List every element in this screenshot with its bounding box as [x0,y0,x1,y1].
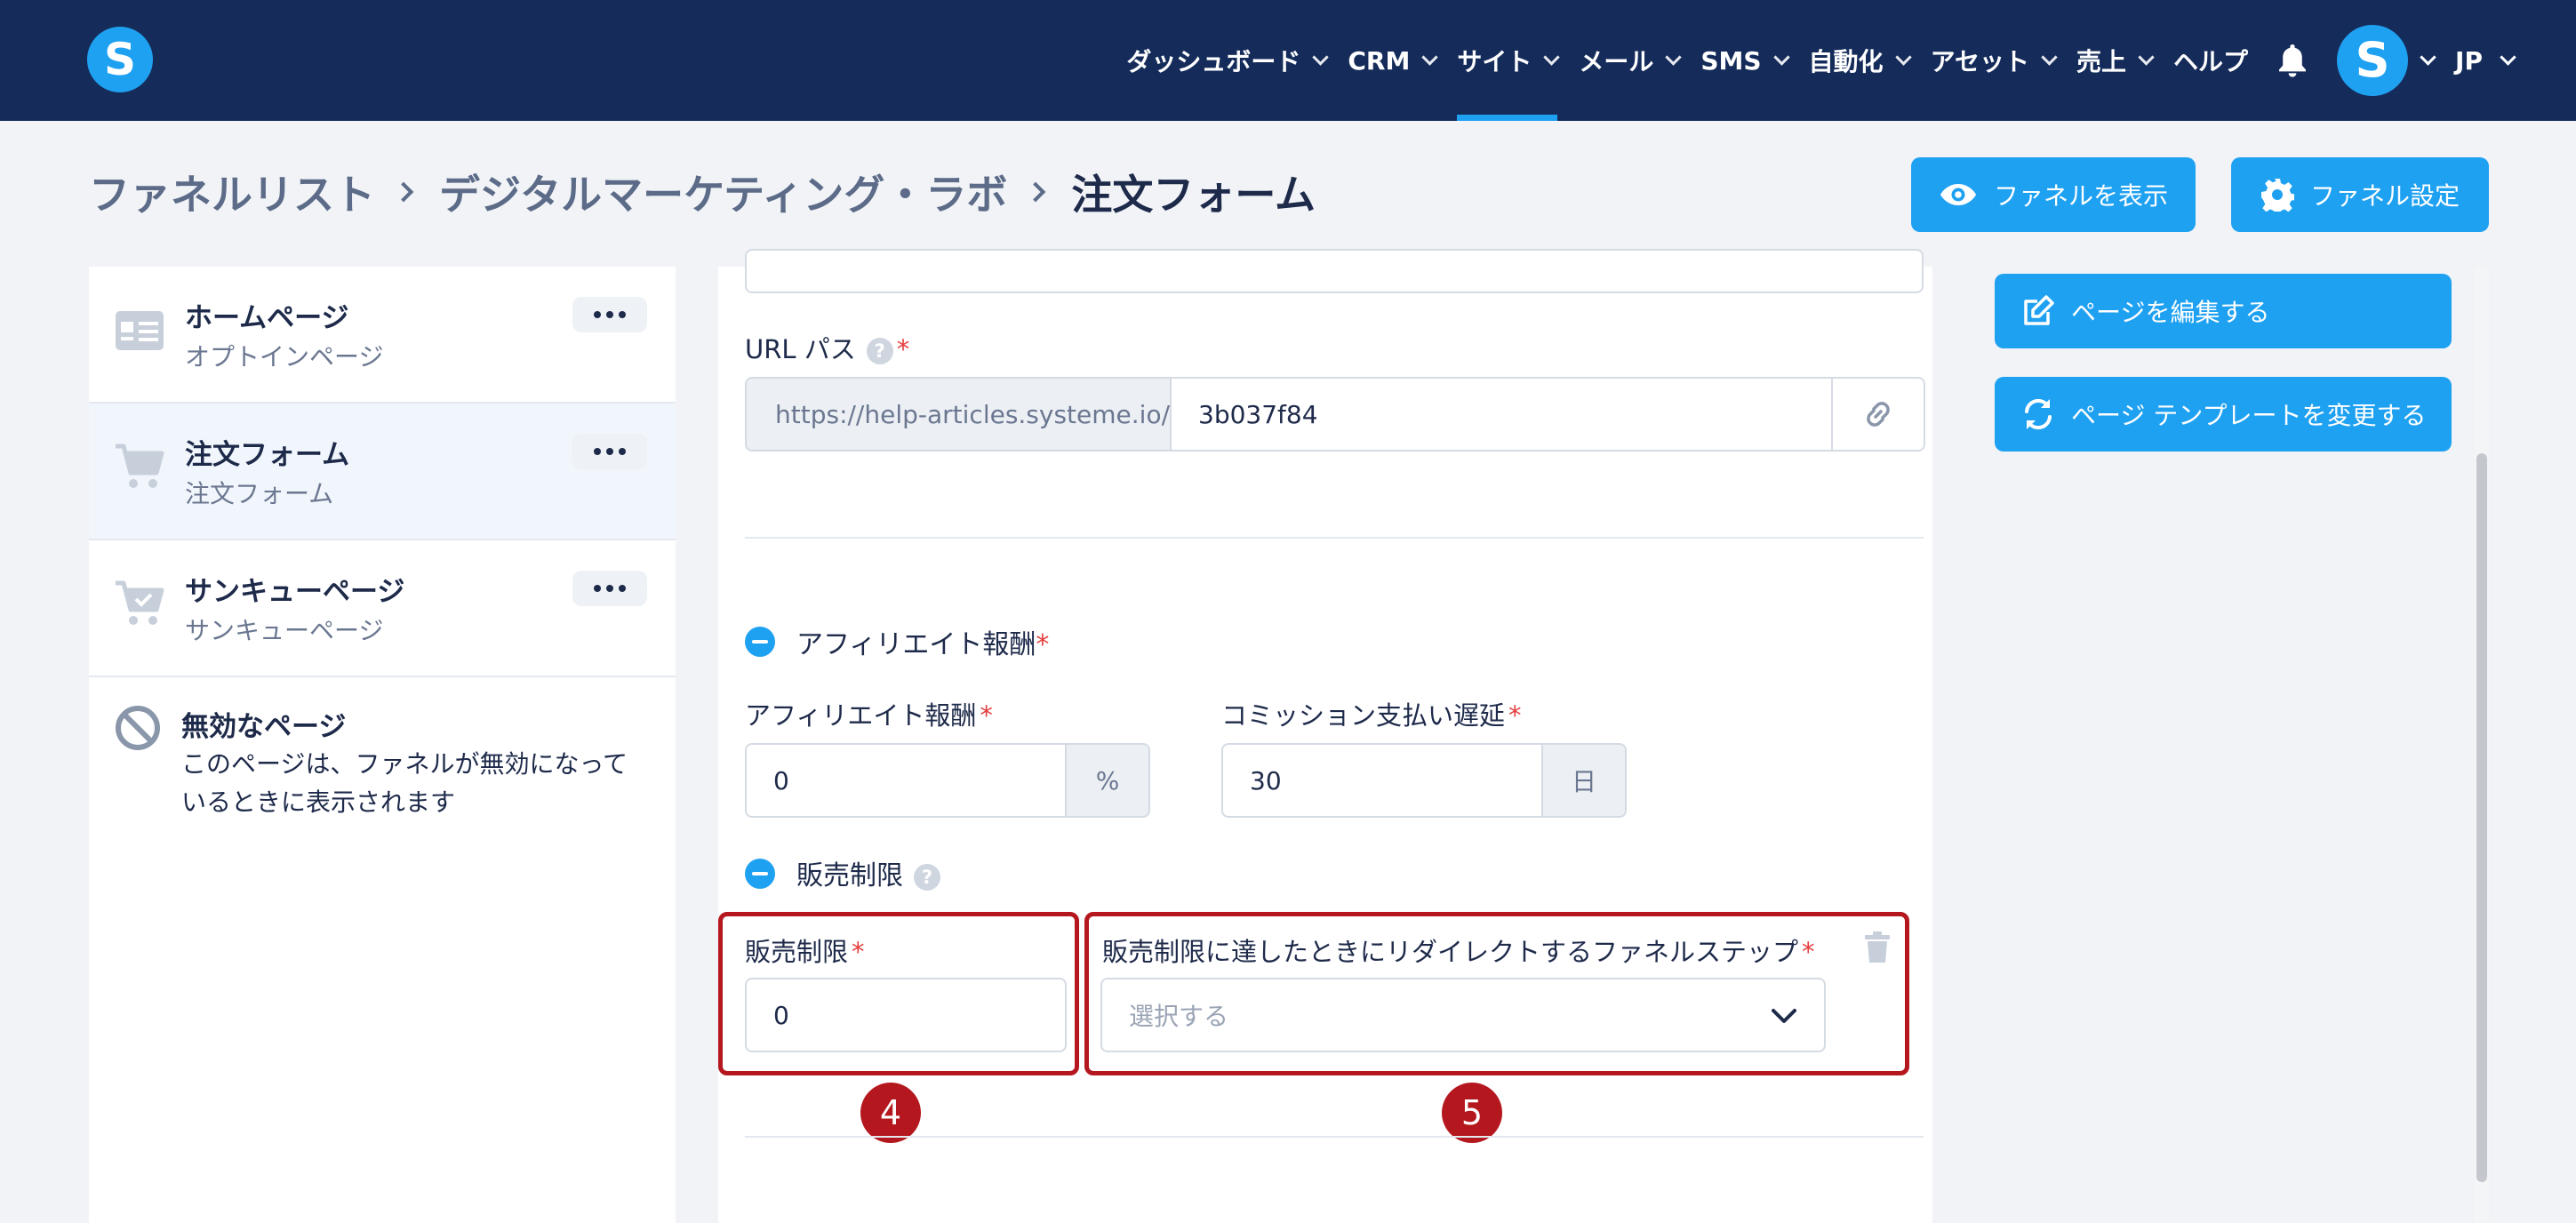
chevron-down-icon [1772,48,1790,66]
step-title: 注文フォーム [185,439,350,471]
language-selector[interactable]: JP [2455,46,2516,76]
chevron-down-icon [2138,48,2155,66]
nav-dashboard[interactable]: ダッシュボード [1116,0,1337,121]
nav-automation[interactable]: 自動化 [1798,0,1920,121]
commission-label: アフィリエイト報酬 * [745,700,993,731]
breadcrumb: ファネルリスト デジタルマーケティング・ラボ 注文フォーム [89,163,1316,221]
sales-limit-section-title: 販売制限? [796,853,940,892]
collapse-affiliate-button[interactable] [745,627,775,657]
days-addon: 日 [1541,743,1627,818]
chevron-down-icon [2500,48,2516,66]
chevron-down-icon [1894,48,1912,66]
url-prefix: https://help-articles.systeme.io/ [745,377,1172,452]
funnel-settings-button[interactable]: ファネル設定 [2231,157,2489,232]
nav-assets[interactable]: アセット [1920,0,2066,121]
dot-icon [606,311,613,318]
refresh-icon [2025,398,2052,430]
cart-check-icon [116,580,164,625]
divider [745,537,1924,539]
breadcrumb-current: 注文フォーム [1071,171,1316,219]
url-path-label: URL パス? * [745,334,910,364]
sidebar-step-order-form[interactable]: 注文フォーム 注文フォーム [89,404,676,540]
view-funnel-button[interactable]: ファネルを表示 [1911,157,2196,232]
chevron-down-icon [2041,48,2058,66]
nav-crm[interactable]: CRM [1337,0,1446,121]
dot-icon [619,448,626,455]
commission-delay-label: コミッション支払い遅延 * [1221,700,1522,731]
annotation-box-4 [718,912,1079,1075]
step-menu-button[interactable] [572,571,647,606]
prohibited-icon [116,706,160,750]
nav-help[interactable]: ヘルプ [2163,0,2259,121]
nav-email[interactable]: メール [1568,0,1690,121]
breadcrumb-funnel[interactable]: デジタルマーケティング・ラボ [439,163,1007,221]
dot-icon [594,448,601,455]
main-nav: ダッシュボード CRM サイト メール SMS 自動化 アセット 売上 ヘルプ … [1116,0,2516,121]
page-settings-form: URL パス? * https://help-articles.systeme.i… [718,249,1932,1223]
nav-sms[interactable]: SMS [1690,0,1797,121]
commission-input[interactable]: 0 [745,743,1067,818]
chevron-down-icon [1312,48,1330,66]
scrollbar-thumb[interactable] [2476,453,2487,1182]
affiliate-section-title: アフィリエイト報酬* [796,629,1050,660]
copy-link-button[interactable] [1831,377,1925,452]
link-icon [1867,402,1890,427]
step-menu-button[interactable] [572,297,647,332]
percent-addon: % [1065,743,1150,818]
collapse-sales-limit-button[interactable] [745,859,775,889]
step-menu-button[interactable] [572,434,647,469]
step-type: オプトインページ [185,342,384,372]
step-title: サンキューページ [185,576,405,608]
annotation-badge-4: 4 [860,1083,921,1143]
dot-icon [606,448,613,455]
breadcrumb-funnel-list[interactable]: ファネルリスト [89,163,375,221]
step-type: サンキューページ [185,616,384,645]
annotation-badge-5: 5 [1442,1083,1502,1143]
dot-icon [594,311,601,318]
dot-icon [606,585,613,592]
help-icon[interactable]: ? [914,863,940,891]
systeme-logo[interactable]: S [87,27,153,92]
dot-icon [619,311,626,318]
bell-icon[interactable] [2275,0,2310,121]
sidebar-step-thank-you[interactable]: サンキューページ サンキューページ [89,540,676,677]
disabled-page-description: このページは、ファネルが無効になっているときに表示されます [181,749,628,817]
url-path-input[interactable]: 3b037f84 [1170,377,1833,452]
chevron-right-icon [393,181,414,203]
chevron-down-icon [1665,48,1683,66]
nav-sites[interactable]: サイト [1446,0,1568,121]
divider [745,1136,1924,1138]
step-title: ホームページ [185,302,349,334]
cart-icon [116,444,164,488]
page-layout-icon [116,311,164,350]
edit-icon [2024,295,2054,325]
sidebar-step-homepage[interactable]: ホームページ オプトインページ [89,267,676,404]
nav-sales[interactable]: 売上 [2066,0,2163,121]
step-type: 注文フォーム [185,479,334,508]
user-avatar[interactable]: S [2337,25,2409,96]
funnel-steps-sidebar: ホームページ オプトインページ 注文フォーム 注文フォーム サンキューページ サ… [89,267,676,1223]
top-navbar: S ダッシュボード CRM サイト メール SMS 自動化 アセット 売上 ヘル… [0,0,2576,121]
cutoff-input[interactable] [745,249,1924,293]
disabled-page-title[interactable]: 無効なページ [181,704,346,744]
change-template-button[interactable]: ページ テンプレートを変更する [1995,377,2452,452]
annotation-box-5 [1084,912,1909,1075]
chevron-down-icon [1421,48,1439,66]
gear-icon [2260,179,2294,212]
dot-icon [594,585,601,592]
dot-icon [619,585,626,592]
chevron-down-icon[interactable] [2420,48,2436,66]
chevron-right-icon [1026,181,1046,203]
commission-delay-input[interactable]: 30 [1221,743,1543,818]
edit-page-button[interactable]: ページを編集する [1995,274,2452,348]
chevron-down-icon [1543,48,1561,66]
eye-icon [1940,184,1976,205]
help-icon[interactable]: ? [866,338,893,364]
